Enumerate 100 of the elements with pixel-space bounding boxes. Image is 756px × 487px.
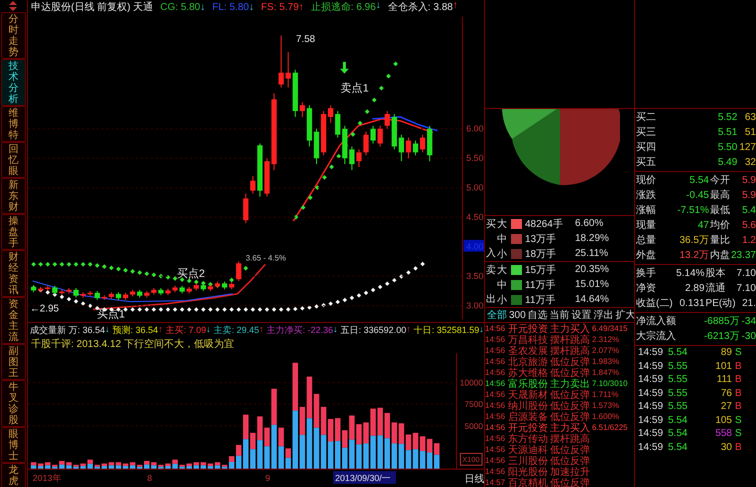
alert-value: 1.983% (592, 357, 620, 366)
tick-time: 14:59 (638, 400, 664, 414)
stock-name[interactable]: 开元投资 (508, 420, 548, 434)
current-price-label: 4.00 (463, 240, 484, 252)
tick-price: 5.54 (668, 346, 688, 360)
quote-label: 内盘 (710, 248, 730, 263)
quote-value: -30 (742, 330, 756, 344)
side-tab[interactable]: 龙虎 (1, 463, 26, 487)
alert-value: 6.49/3415 (592, 324, 628, 333)
alert-time: 14:56 (485, 401, 506, 410)
quote-label: 总量 (636, 234, 656, 248)
tick-side: B (734, 360, 743, 373)
side-tab[interactable]: 维博特 (1, 106, 26, 142)
side-tab[interactable]: 财经资讯 (1, 250, 26, 297)
chart-annotation: 3.65 - 4.5% (246, 253, 286, 262)
chart-title: 申达股份(日线 前复权) 天通 (31, 0, 154, 14)
stock-name[interactable]: 富乐股份 (508, 376, 548, 390)
price-axis-label: 6.00 (466, 124, 484, 134)
trend-arrow: ↑ (298, 2, 304, 12)
alert-signal: 低位反弹 (550, 366, 590, 378)
candlestick (278, 35, 284, 88)
side-tab[interactable]: 技术分析 (1, 59, 26, 106)
quote-value: 1.2 (741, 234, 756, 248)
candlestick (88, 290, 93, 296)
price-axis-label: 4.50 (466, 212, 484, 222)
candlestick (243, 193, 248, 224)
stock-name[interactable]: 北京旅游 (508, 354, 548, 368)
candlestick (286, 52, 291, 88)
flow-side-label: 卖 (486, 264, 497, 277)
trend-arrow: ↓ (248, 2, 254, 12)
side-tab[interactable]: 回忆眼 (1, 142, 26, 178)
stock-name[interactable]: 三川股份 (508, 454, 548, 468)
alert-signal: 低位反弹 (550, 476, 590, 487)
chart-annotation: ←2.95 (30, 303, 59, 314)
quote-value: 2.89 (684, 282, 705, 296)
quote-label: 现量 (636, 219, 656, 233)
candlestick (328, 104, 334, 124)
side-tab[interactable]: 分时走势 (1, 12, 26, 59)
tick-volume: 111 (716, 373, 732, 386)
stock-name[interactable]: 启源装备 (508, 410, 548, 424)
tick-volume: 105 (714, 414, 732, 427)
side-tab[interactable]: 牛叉诊股 (1, 380, 26, 427)
quote-label: 量比 (710, 234, 730, 248)
candlestick (236, 261, 242, 282)
alert-time: 14:56 (485, 379, 506, 388)
quote-label: 买三 (636, 126, 656, 140)
list-tab[interactable]: 300 (509, 310, 526, 320)
stock-name[interactable]: 东方传动 (508, 432, 548, 446)
stock-name[interactable]: 阳光股份 (508, 464, 548, 478)
stock-name[interactable]: 开元投资 (508, 322, 548, 336)
tick-volume: 30 (720, 440, 732, 454)
candlestick (94, 290, 100, 300)
candlestick (384, 110, 390, 130)
stock-name[interactable]: 百京精机 (508, 476, 548, 487)
indicator-reading: 全仓杀入: 3.88 (388, 0, 453, 14)
sell-arrow-icon (340, 62, 349, 74)
trend-arrow: ↑ (406, 324, 411, 336)
stock-name[interactable]: 圣农发展 (508, 344, 548, 358)
stock-name[interactable]: 天晟新材 (508, 388, 548, 402)
side-tab[interactable]: 副图王 (1, 344, 26, 380)
candlestick (194, 282, 199, 291)
quote-label: 最高 (710, 188, 730, 203)
candlestick (30, 284, 36, 293)
side-tab[interactable]: 新东财 (1, 178, 26, 214)
flow-share: 14.64% (575, 294, 610, 305)
side-tab[interactable]: 眼博士 (1, 427, 26, 463)
alert-time: 14:56 (485, 456, 506, 465)
volume-reading: 成交量新 万: 36.54 (30, 324, 106, 336)
candlestick (292, 69, 298, 118)
flow-size-label: 小 (497, 294, 508, 306)
stock-name[interactable]: 万昌科技 (508, 332, 548, 346)
list-tab[interactable]: 当前 (550, 308, 570, 322)
bid-price: 5.51 (716, 126, 738, 140)
tick-side: S (734, 414, 743, 427)
list-tab[interactable]: 浮出 (594, 308, 614, 322)
trend-arrow: ↑ (452, 0, 458, 13)
volume-bar (434, 443, 440, 470)
list-tab[interactable]: 自选 (528, 308, 548, 322)
date-label: 9 (265, 472, 270, 483)
flow-side-label: 买 (486, 218, 497, 231)
side-tab[interactable]: 资金主流 (1, 297, 26, 344)
chart-annotation: 卖点1 (340, 82, 369, 94)
quote-label: 买二 (636, 111, 656, 125)
alert-time: 14:57 (485, 478, 506, 487)
chart-annotation: 买点1 (96, 308, 125, 320)
indicator-reading: 止损逃命: 6.96 (310, 0, 376, 14)
quote-label: 净流入额 (636, 314, 676, 329)
stock-name[interactable]: 苏大维格 (508, 366, 548, 380)
trend-arrow: ↓ (200, 2, 206, 12)
tick-side: B (734, 386, 743, 400)
flow-amount: 18万手 (525, 248, 558, 260)
list-tab[interactable]: 全部 (487, 308, 507, 322)
side-tab[interactable]: 操盘手 (1, 214, 26, 250)
candlestick (378, 125, 383, 147)
list-tab[interactable]: 设置 (572, 308, 592, 322)
stock-name[interactable]: 纳川股份 (508, 398, 548, 412)
stock-name[interactable]: 天源迪科 (508, 442, 548, 456)
flow-amount: 15万手 (525, 264, 558, 276)
alert-signal: 主力卖出 (550, 378, 590, 390)
quote-label: 涨幅 (636, 204, 656, 218)
